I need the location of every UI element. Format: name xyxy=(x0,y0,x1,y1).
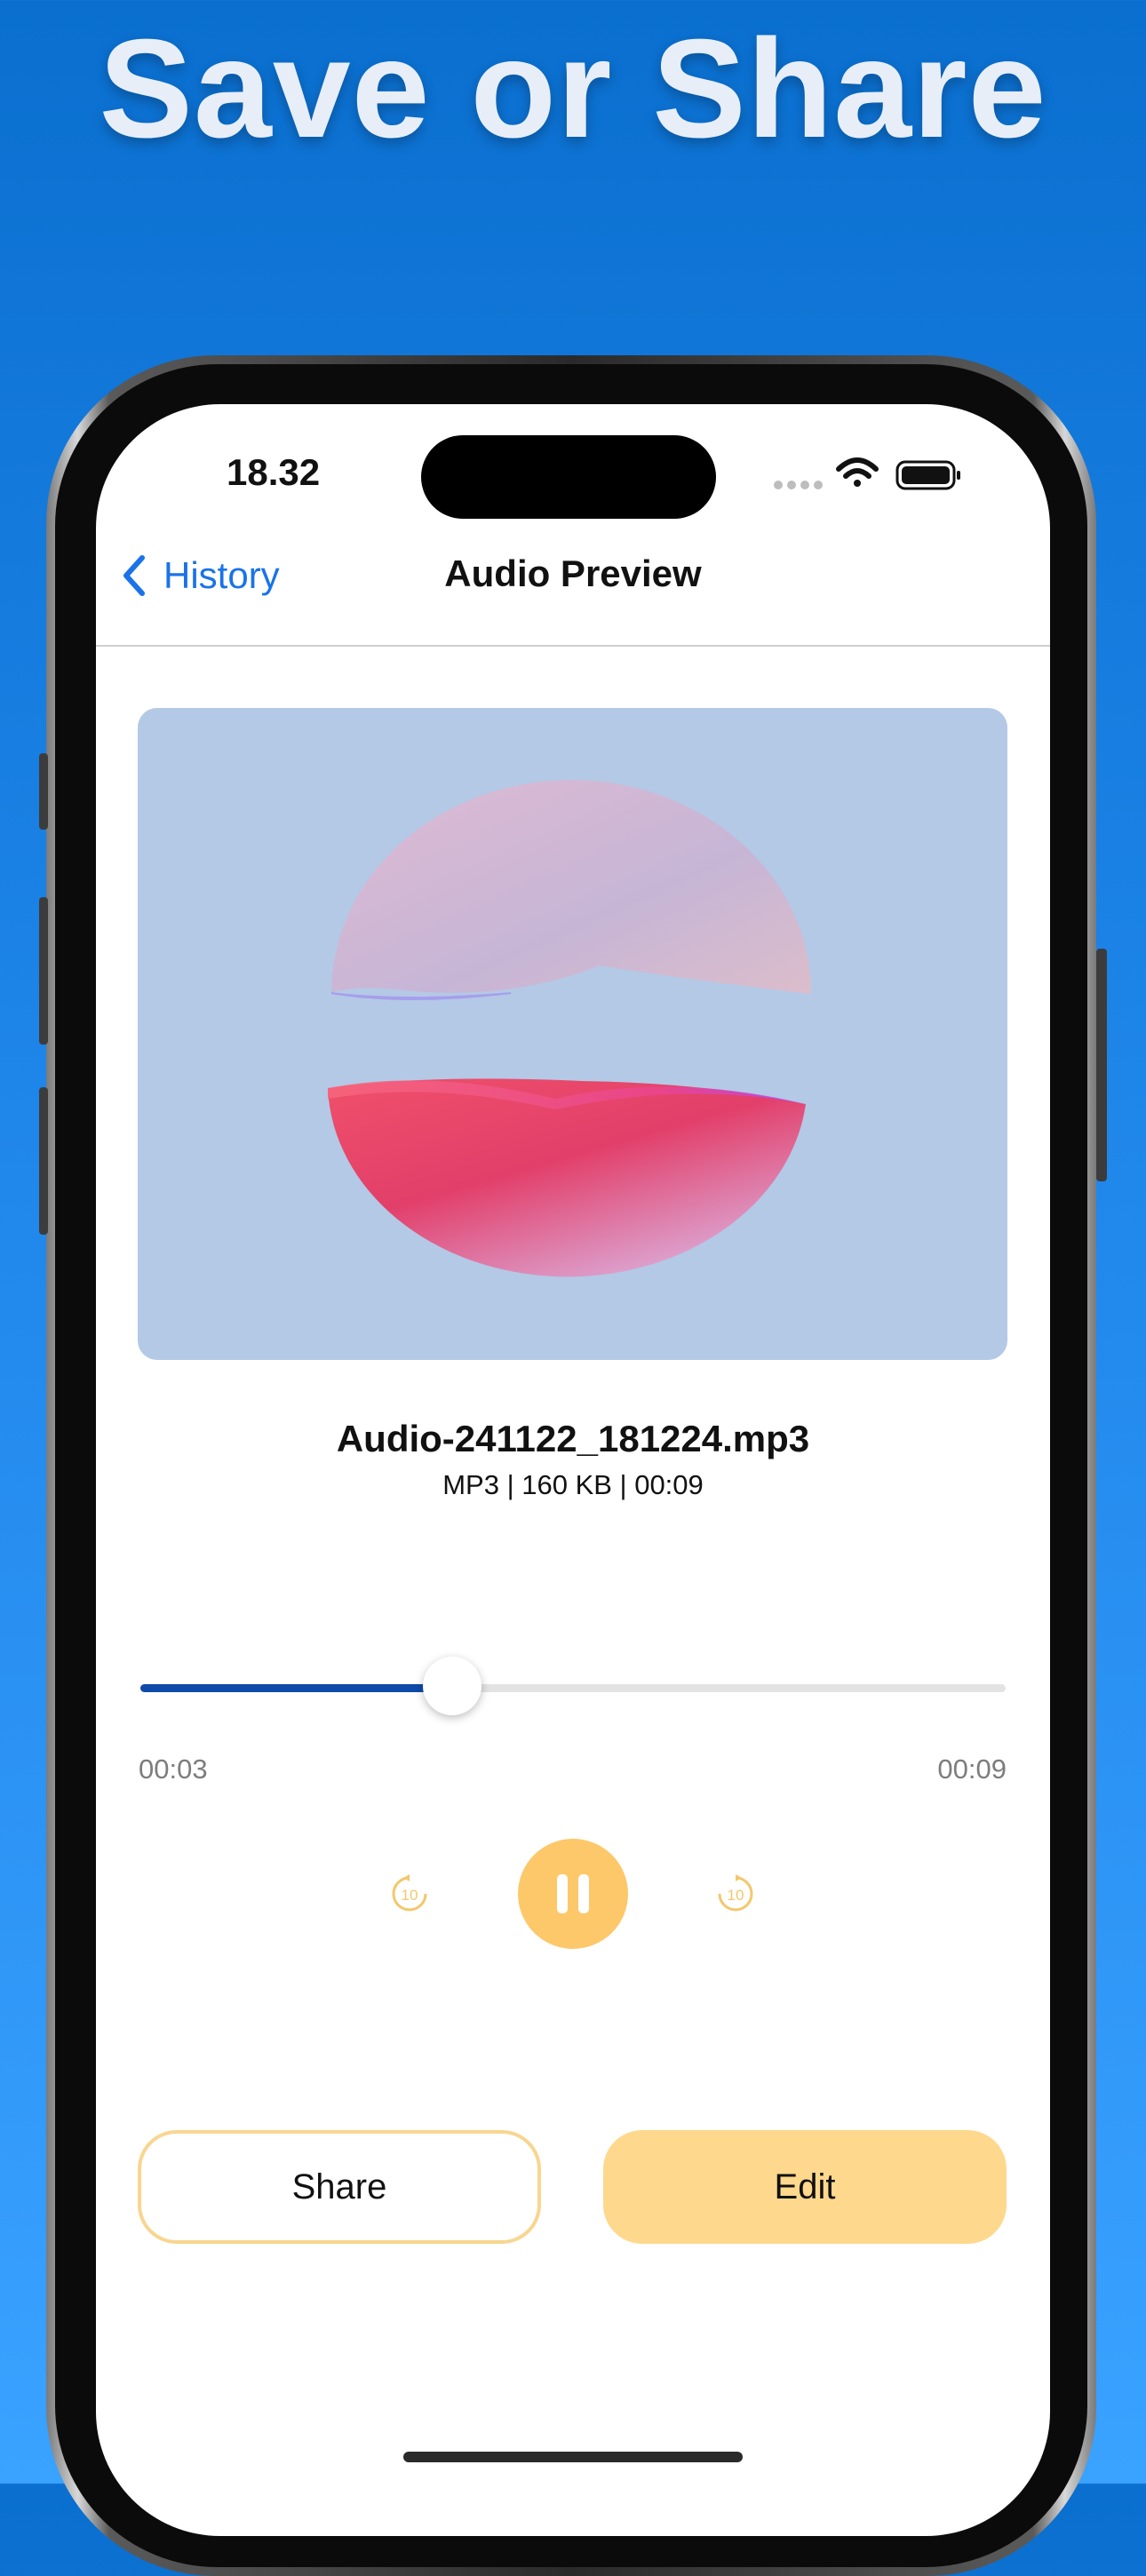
pause-icon xyxy=(557,1874,589,1913)
edit-button[interactable]: Edit xyxy=(603,2130,1007,2244)
rewind-10-icon[interactable]: 10 xyxy=(388,1872,431,1915)
phone-side-button xyxy=(39,753,48,830)
phone-side-button xyxy=(1096,949,1107,1181)
share-button-label: Share xyxy=(291,2167,387,2206)
total-duration: 00:09 xyxy=(937,1753,1007,1785)
forward-10-icon[interactable]: 10 xyxy=(714,1872,757,1915)
phone-side-button xyxy=(39,1087,48,1235)
progress-track[interactable] xyxy=(140,1684,1006,1692)
status-time: 18.32 xyxy=(227,451,321,493)
page-title: Audio Preview xyxy=(444,553,702,594)
pause-button[interactable] xyxy=(518,1839,628,1949)
banner-headline: Save or Share xyxy=(99,11,1047,167)
audio-artwork xyxy=(138,708,1007,1360)
edit-button-label: Edit xyxy=(774,2167,836,2206)
cellular-dots-icon xyxy=(774,481,823,489)
elapsed-time: 00:03 xyxy=(139,1753,208,1785)
wifi-icon xyxy=(836,457,879,487)
status-icons xyxy=(774,457,960,490)
forward-seconds: 10 xyxy=(728,1887,744,1904)
file-name: Audio-241122_181224.mp3 xyxy=(336,1418,810,1459)
nav-divider xyxy=(96,645,1050,647)
share-button[interactable]: Share xyxy=(138,2130,541,2244)
rewind-seconds: 10 xyxy=(402,1887,418,1904)
phone-side-button xyxy=(39,897,48,1045)
progress-thumb[interactable] xyxy=(422,1657,481,1715)
progress-fill xyxy=(140,1684,452,1692)
dynamic-island xyxy=(421,435,716,519)
battery-icon xyxy=(895,460,960,490)
file-meta: MP3 | 160 KB | 00:09 xyxy=(442,1469,704,1500)
home-indicator xyxy=(403,2452,743,2462)
